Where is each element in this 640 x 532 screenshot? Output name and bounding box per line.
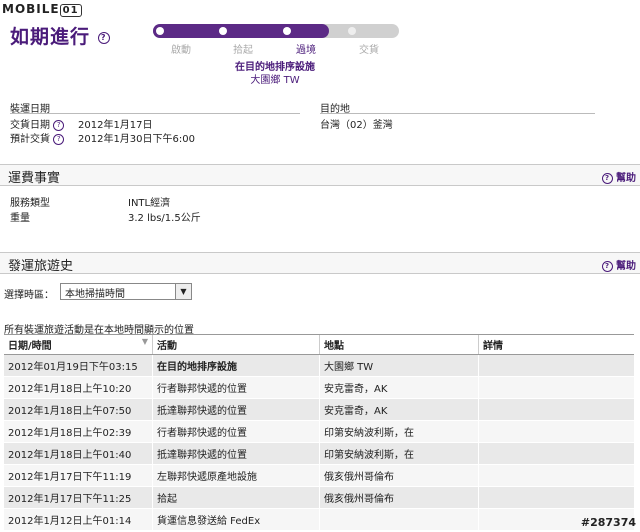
sort-icon: ▼ (141, 337, 148, 346)
logo-brand: MOBILE (2, 2, 60, 16)
column-header-activity: 活動 (152, 334, 320, 355)
row-location (319, 508, 479, 531)
table-row: 2012年1月17日下午11:19 左聯邦快遞原產地設施 俄亥俄州哥倫布 (4, 464, 634, 487)
row-datetime: 2012年1月18日上午02:39 (4, 420, 153, 443)
history-help-label: 幫助 (616, 261, 636, 272)
row-details (478, 420, 634, 443)
step-label-3: 過境 (296, 45, 316, 56)
chevron-down-icon: ▼ (175, 284, 191, 299)
history-section-title: 發運旅遊史 (8, 259, 74, 274)
destination-value: 台灣（02）釜灣 (320, 120, 393, 131)
watermark: #287374 (580, 516, 636, 529)
status-line-2: 大園鄉 TW (250, 75, 300, 86)
est-delivery-label-text: 預計交貨 (10, 134, 50, 145)
fees-help-label: 幫助 (616, 173, 636, 184)
table-row: 2012年1月18日上午10:20 行者聯邦快遞的位置 安克雷奇，AK (4, 376, 634, 399)
table-row: 2012年01月19日下午03:15 在目的地排序設施 大園鄉 TW (4, 354, 634, 377)
row-activity: 行者聯邦快遞的位置 (152, 376, 320, 399)
column-header-details: 詳情 (478, 334, 634, 355)
est-delivery-value: 2012年1月30日下午6:00 (78, 134, 195, 145)
timezone-select-value: 本地掃描時間 (65, 289, 125, 300)
progress-dot-1 (156, 27, 164, 35)
row-location: 俄亥俄州哥倫布 (319, 486, 479, 509)
row-location: 印第安納波利斯，在 (319, 442, 479, 465)
service-type-label: 服務類型 (10, 198, 50, 209)
step-label-4: 交貨 (359, 45, 379, 56)
est-delivery-label: 預計交貨 ? (10, 130, 65, 145)
progress-bar (153, 24, 399, 38)
row-activity: 抵達聯邦快遞的位置 (152, 442, 320, 465)
delivery-date-value: 2012年1月17日 (78, 120, 153, 131)
timezone-select[interactable]: 本地掃描時間 ▼ (60, 283, 192, 300)
row-activity: 行者聯邦快遞的位置 (152, 420, 320, 443)
help-icon: ? (601, 172, 613, 184)
column-header-datetime-label: 日期/時間 (8, 341, 52, 352)
history-help-link[interactable]: ? 幫助 (601, 257, 636, 272)
row-activity: 拾起 (152, 486, 320, 509)
weight-label: 重量 (10, 213, 30, 224)
help-icon[interactable]: ? (53, 133, 65, 145)
row-datetime: 2012年1月17日下午11:19 (4, 464, 153, 487)
row-location: 安克雷奇，AK (319, 398, 479, 421)
delivery-date-label: 交貨日期 ? (10, 116, 65, 131)
table-row: 2012年1月18日上午07:50 抵達聯邦快遞的位置 安克雷奇，AK (4, 398, 634, 421)
help-icon: ? (601, 260, 613, 272)
row-details (478, 442, 634, 465)
progress-dot-3 (283, 27, 291, 35)
step-label-1: 啟動 (171, 45, 191, 56)
page-title-text: 如期進行 (10, 26, 91, 48)
row-location: 印第安納波利斯，在 (319, 420, 479, 443)
row-details (478, 398, 634, 421)
fees-help-link[interactable]: ? 幫助 (601, 169, 636, 184)
service-type-value: INTL經濟 (128, 198, 171, 209)
step-label-2: 拾起 (233, 45, 253, 56)
row-location: 安克雷奇，AK (319, 376, 479, 399)
row-details (478, 464, 634, 487)
fees-section-title: 運費事實 (8, 171, 61, 186)
table-row: 2012年1月18日上午02:39 行者聯邦快遞的位置 印第安納波利斯，在 (4, 420, 634, 443)
column-header-datetime[interactable]: 日期/時間 ▼ (4, 334, 153, 355)
column-header-location: 地點 (319, 334, 479, 355)
history-table: 日期/時間 ▼ 活動 地點 詳情 2012年01月19日下午03:15 在目的地… (4, 334, 634, 531)
row-details (478, 354, 634, 377)
table-row: 2012年1月17日下午11:25 拾起 俄亥俄州哥倫布 (4, 486, 634, 509)
row-datetime: 2012年1月18日上午01:40 (4, 442, 153, 465)
row-datetime: 2012年1月17日下午11:25 (4, 486, 153, 509)
weight-value: 3.2 lbs/1.5公斤 (128, 213, 201, 224)
progress-dot-2 (219, 27, 227, 35)
help-icon[interactable]: ? (97, 31, 110, 44)
row-activity: 在目的地排序設施 (152, 354, 320, 377)
timezone-label: 選擇時區： (4, 290, 54, 301)
logo-box: 01 (59, 4, 82, 17)
progress-fill (153, 24, 329, 38)
row-location: 俄亥俄州哥倫布 (319, 464, 479, 487)
row-datetime: 2012年1月18日上午07:50 (4, 398, 153, 421)
row-location: 大園鄉 TW (319, 354, 479, 377)
row-details (478, 376, 634, 399)
history-table-header: 日期/時間 ▼ 活動 地點 詳情 (4, 334, 634, 355)
row-activity: 左聯邦快遞原產地設施 (152, 464, 320, 487)
row-datetime: 2012年1月18日上午10:20 (4, 376, 153, 399)
table-row: 2012年1月18日上午01:40 抵達聯邦快遞的位置 印第安納波利斯，在 (4, 442, 634, 465)
row-datetime: 2012年01月19日下午03:15 (4, 354, 153, 377)
fees-section-header: 運費事實 ? 幫助 (0, 164, 640, 186)
help-icon[interactable]: ? (53, 119, 65, 131)
mobile01-logo: MOBILE 01 (2, 2, 82, 17)
page-title: 如期進行 ? (10, 22, 110, 49)
row-details (478, 486, 634, 509)
row-activity: 抵達聯邦快遞的位置 (152, 398, 320, 421)
history-section-header: 發運旅遊史 ? 幫助 (0, 252, 640, 274)
row-activity: 貨運信息發送給 FedEx (152, 508, 320, 531)
row-datetime: 2012年1月12日上午01:14 (4, 508, 153, 531)
progress-dot-4 (348, 27, 356, 35)
table-row: 2012年1月12日上午01:14 貨運信息發送給 FedEx (4, 508, 634, 531)
